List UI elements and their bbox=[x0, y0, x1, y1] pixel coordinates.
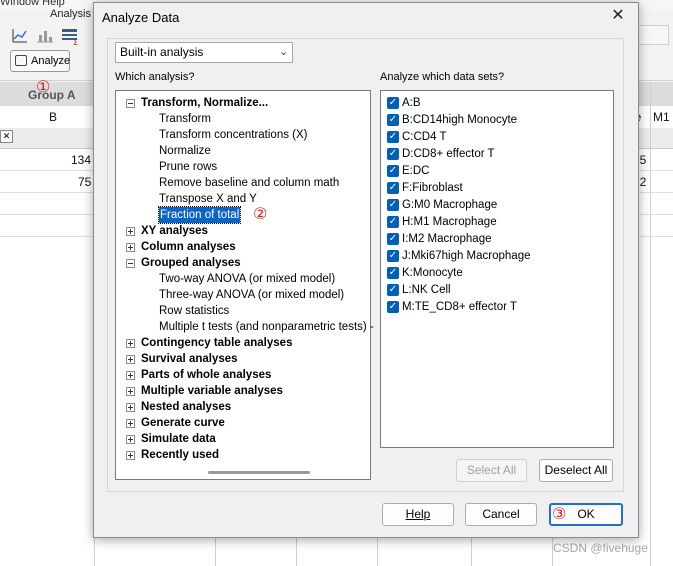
expand-icon[interactable] bbox=[126, 371, 135, 380]
horizontal-scrollbar[interactable] bbox=[208, 471, 310, 474]
dataset-label: K:Monocyte bbox=[402, 267, 463, 279]
which-analysis-label: Which analysis? bbox=[115, 71, 195, 83]
expand-icon[interactable] bbox=[126, 227, 135, 236]
checkbox-checked-icon[interactable]: ✓ bbox=[387, 148, 399, 160]
tree-category-label: Recently used bbox=[141, 449, 219, 461]
checkbox-checked-icon[interactable]: ✓ bbox=[387, 233, 399, 245]
tree-item-label: Remove baseline and column math bbox=[159, 177, 340, 189]
expand-icon[interactable] bbox=[126, 435, 135, 444]
checkbox-checked-icon[interactable]: ✓ bbox=[387, 199, 399, 211]
tree-category-label: Survival analyses bbox=[141, 353, 238, 365]
svg-text:Σ: Σ bbox=[73, 38, 78, 46]
column-analysis-icon[interactable] bbox=[37, 31, 53, 43]
grid-line bbox=[650, 82, 651, 566]
close-icon[interactable]: ✕ bbox=[609, 7, 627, 25]
tree-item-label: Normalize bbox=[159, 145, 211, 157]
expand-icon[interactable] bbox=[126, 387, 135, 396]
dataset-label: I:M2 Macrophage bbox=[402, 233, 492, 245]
step-marker-1: ① bbox=[36, 79, 51, 96]
select-all-button[interactable]: Select All bbox=[456, 459, 527, 482]
table-sum-icon[interactable]: Σ bbox=[62, 29, 78, 46]
step-marker-2: ② bbox=[253, 206, 268, 223]
dataset-label: E:DC bbox=[402, 165, 430, 177]
tree-category-label: Generate curve bbox=[141, 417, 225, 429]
dataset-label: J:Mki67high Macrophage bbox=[402, 250, 531, 262]
analyze-icon bbox=[15, 55, 27, 66]
dataset-label: M:TE_CD8+ effector T bbox=[402, 301, 517, 313]
tree-item-label: Multiple t tests (and nonparametric test… bbox=[159, 321, 374, 333]
dataset-list[interactable]: ✓ A:B ✓ B:CD14high Monocyte ✓ C:CD4 T ✓ D:CD8+ … bbox=[380, 90, 614, 448]
tree-category-label: Simulate data bbox=[141, 433, 216, 445]
right-column-header-m1: M1 bbox=[653, 110, 670, 124]
ribbon-group-label: Analysis bbox=[50, 8, 91, 20]
tree-category-label: Grouped analyses bbox=[141, 257, 241, 269]
checkbox-checked-icon[interactable]: ✓ bbox=[387, 165, 399, 177]
tree-item-label: Prune rows bbox=[159, 161, 218, 173]
collapse-icon[interactable] bbox=[126, 99, 135, 108]
checkbox-checked-icon[interactable]: ✓ bbox=[387, 267, 399, 279]
dataset-label: A:B bbox=[402, 97, 421, 109]
ribbon-analysis-icons: Σ bbox=[12, 29, 78, 46]
checkbox-checked-icon[interactable]: ✓ bbox=[387, 97, 399, 109]
tree-category-label: Nested analyses bbox=[141, 401, 232, 413]
checkbox-checked-icon[interactable]: ✓ bbox=[387, 301, 399, 313]
analyze-data-dialog: Analyze Data ✕ Built-in analysis ⌄ Which… bbox=[93, 2, 639, 538]
expand-icon[interactable] bbox=[126, 243, 135, 252]
checkbox-checked-icon[interactable]: ✓ bbox=[387, 216, 399, 228]
expand-icon[interactable] bbox=[126, 419, 135, 428]
analysis-tree[interactable]: Transform, Normalize... Transform Transfor… bbox=[115, 90, 374, 480]
chevron-down-icon: ⌄ bbox=[279, 46, 289, 58]
expand-icon[interactable] bbox=[126, 451, 135, 460]
tree-item-label: Three-way ANOVA (or mixed model) bbox=[159, 289, 345, 301]
checkbox-checked-icon[interactable]: ✓ bbox=[387, 114, 399, 126]
checkbox-checked-icon[interactable]: ✓ bbox=[387, 250, 399, 262]
tree-item-label: Row statistics bbox=[159, 305, 230, 317]
analysis-category-value: Built-in analysis bbox=[120, 45, 204, 59]
analyze-button[interactable]: Analyze bbox=[10, 50, 70, 72]
expand-icon[interactable] bbox=[126, 339, 135, 348]
tree-item-label: Two-way ANOVA (or mixed model) bbox=[159, 273, 336, 285]
help-button[interactable]: Help bbox=[382, 503, 454, 526]
tree-item-label: Transform bbox=[159, 113, 211, 125]
which-data-sets-label: Analyze which data sets? bbox=[380, 71, 505, 83]
expand-icon[interactable] bbox=[126, 355, 135, 364]
step-marker-3: ③ bbox=[552, 506, 567, 523]
tree-category-label: Column analyses bbox=[141, 241, 236, 253]
tree-category-label: Transform, Normalize... bbox=[141, 97, 269, 109]
table-cell[interactable]: 75 bbox=[78, 175, 91, 189]
tree-category-label: XY analyses bbox=[141, 225, 208, 237]
tree-category-label: Multiple variable analyses bbox=[141, 385, 283, 397]
tree-category-label: Parts of whole analyses bbox=[141, 369, 272, 381]
watermark: CSDN @fivehuge bbox=[553, 541, 648, 555]
collapse-icon[interactable] bbox=[126, 259, 135, 268]
tree-item-label: Transpose X and Y bbox=[159, 193, 257, 205]
dataset-label: D:CD8+ effector T bbox=[402, 148, 495, 160]
tree-category-label: Contingency table analyses bbox=[141, 337, 293, 349]
close-icon[interactable]: ✕ bbox=[0, 130, 13, 143]
table-cell[interactable]: 134 bbox=[71, 153, 91, 167]
dataset-label: F:Fibroblast bbox=[402, 182, 463, 194]
deselect-all-button[interactable]: Deselect All bbox=[539, 459, 613, 482]
dataset-label: L:NK Cell bbox=[402, 284, 451, 296]
checkbox-checked-icon[interactable]: ✓ bbox=[387, 131, 399, 143]
cancel-button[interactable]: Cancel bbox=[465, 503, 537, 526]
dataset-label: C:CD4 T bbox=[402, 131, 447, 143]
dataset-label: B:CD14high Monocyte bbox=[402, 114, 518, 126]
checkbox-checked-icon[interactable]: ✓ bbox=[387, 284, 399, 296]
checkbox-checked-icon[interactable]: ✓ bbox=[387, 182, 399, 194]
analysis-category-select[interactable]: Built-in analysis ⌄ bbox=[115, 42, 293, 63]
dialog-title: Analyze Data bbox=[102, 10, 180, 25]
analyze-button-label: Analyze bbox=[31, 55, 71, 67]
xy-analysis-icon[interactable] bbox=[12, 29, 27, 43]
tree-item-label: Fraction of total bbox=[157, 206, 242, 224]
dataset-label: H:M1 Macrophage bbox=[402, 216, 497, 228]
menu-bar-text[interactable]: Window Help bbox=[0, 0, 65, 8]
dataset-label: G:M0 Macrophage bbox=[402, 199, 498, 211]
column-subheader: B bbox=[49, 110, 58, 124]
help-button-label: Help bbox=[405, 507, 431, 521]
expand-icon[interactable] bbox=[126, 403, 135, 412]
tree-item-label: Transform concentrations (X) bbox=[159, 129, 308, 141]
